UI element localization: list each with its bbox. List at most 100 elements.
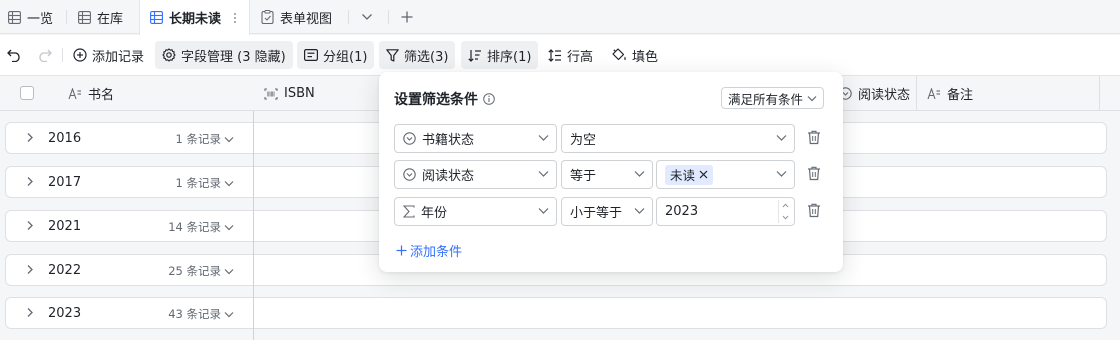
chevron-down-icon	[538, 170, 549, 178]
tab-form-view[interactable]: 表单视图	[261, 0, 332, 34]
condition-field-label: 阅读状态	[422, 169, 475, 184]
group-record-count[interactable]: 43 条记录	[168, 306, 234, 322]
group-name: 2021	[48, 219, 82, 234]
group-record-count-label: 1 条记录	[175, 132, 221, 146]
filter-funnel-icon	[386, 48, 399, 62]
number-stepper[interactable]	[778, 200, 792, 223]
chevron-down-icon	[634, 170, 645, 178]
column-header-isbn[interactable]: ISBN	[254, 76, 384, 111]
filter-popover-title-text: 设置筛选条件	[394, 92, 478, 108]
condition-value-text: 2023	[665, 204, 699, 219]
tab-divider	[66, 10, 67, 24]
chevron-right-icon[interactable]	[26, 176, 34, 187]
sort-label: 排序(1)	[487, 49, 532, 65]
grid-table-icon	[8, 10, 21, 24]
row-height-button[interactable]: 行高	[541, 41, 600, 69]
column-header-notes[interactable]: 备注	[917, 76, 1100, 111]
group-record-count-label: 43 条记录	[168, 307, 221, 321]
condition-field-label: 年份	[421, 206, 448, 221]
condition-value-number-input[interactable]: 2023	[656, 197, 795, 226]
select-all-checkbox[interactable]	[20, 86, 34, 100]
chevron-right-icon[interactable]	[26, 307, 34, 318]
group-button[interactable]: 分组(1)	[297, 41, 375, 69]
plus-circle-icon	[73, 48, 87, 62]
column-header-read-status[interactable]: 阅读状态	[835, 76, 917, 111]
group-name: 2023	[48, 306, 82, 321]
condition-operator-select[interactable]: 小于等于	[561, 197, 653, 226]
condition-operator-select[interactable]: 等于	[561, 160, 653, 189]
tab-long-unread[interactable]: 长期未读	[139, 0, 250, 35]
match-mode-label: 满足所有条件	[728, 91, 804, 107]
text-field-icon	[68, 87, 82, 100]
group-record-count[interactable]: 1 条记录	[176, 131, 234, 147]
filter-popover-title: 设置筛选条件	[394, 89, 495, 109]
chevron-right-icon[interactable]	[26, 220, 34, 231]
barcode-icon	[264, 87, 278, 100]
add-record-label: 添加记录	[92, 49, 145, 65]
condition-value-select[interactable]: 未读	[656, 160, 795, 189]
plus-icon	[401, 11, 413, 23]
group-row[interactable]: 2023 43 条记录	[5, 297, 1107, 329]
filter-button[interactable]: 筛选(3)	[379, 41, 456, 69]
trash-icon[interactable]	[807, 166, 823, 182]
chevron-down-icon[interactable]	[782, 215, 789, 220]
undo-button[interactable]	[2, 41, 26, 69]
group-record-count[interactable]: 1 条记录	[176, 175, 234, 191]
info-icon[interactable]	[483, 93, 495, 105]
add-record-button[interactable]: 添加记录	[66, 41, 151, 69]
row-height-label: 行高	[567, 49, 594, 65]
group-record-count[interactable]: 25 条记录	[168, 263, 234, 279]
row-height-icon	[548, 48, 562, 62]
tab-in-stock[interactable]: 在库	[78, 0, 123, 34]
group-record-count-label: 25 条记录	[168, 264, 221, 278]
chevron-down-icon	[634, 207, 645, 215]
add-view-button[interactable]	[401, 0, 413, 34]
view-tab-bar: 一览 在库 长期未读 表单视图	[0, 0, 1120, 35]
trash-icon[interactable]	[807, 203, 823, 219]
fill-color-button[interactable]: 填色	[605, 41, 665, 69]
condition-operator-label: 为空	[570, 133, 597, 148]
chevron-down-icon	[538, 207, 549, 215]
chevron-down-icon	[224, 224, 234, 231]
sort-button[interactable]: 排序(1)	[461, 41, 539, 69]
chevron-right-icon[interactable]	[26, 264, 34, 275]
group-record-count[interactable]: 14 条记录	[168, 219, 234, 235]
field-manage-label: 字段管理 (3 隐藏)	[181, 49, 286, 65]
tabs-dropdown-button[interactable]	[361, 0, 373, 34]
selected-option-tag: 未读	[665, 164, 714, 185]
add-condition-button[interactable]: 添加条件	[396, 241, 462, 260]
chevron-down-icon	[224, 311, 234, 318]
field-manage-button[interactable]: 字段管理 (3 隐藏)	[155, 41, 293, 69]
chevron-down-icon	[224, 268, 234, 275]
condition-field-select[interactable]: 年份	[394, 197, 557, 226]
single-select-icon	[403, 168, 416, 181]
tab-divider	[388, 10, 389, 24]
match-mode-select[interactable]: 满足所有条件	[721, 87, 825, 109]
chevron-down-icon	[224, 136, 234, 143]
close-icon[interactable]	[699, 170, 708, 179]
paint-bucket-icon	[612, 48, 627, 62]
grid-table-icon	[78, 10, 91, 24]
chevron-up-icon[interactable]	[782, 203, 789, 208]
group-record-count-label: 14 条记录	[168, 220, 221, 234]
condition-operator-select[interactable]: 为空	[561, 124, 795, 153]
chevron-down-icon	[538, 134, 549, 142]
redo-button[interactable]	[32, 41, 56, 69]
condition-field-select[interactable]: 书籍状态	[394, 124, 557, 153]
group-record-count-label: 1 条记录	[175, 176, 221, 190]
column-header-label: ISBN	[284, 86, 315, 101]
trash-icon[interactable]	[807, 130, 823, 146]
gear-icon	[162, 48, 176, 62]
frozen-column-divider	[253, 111, 254, 340]
chevron-right-icon[interactable]	[26, 132, 34, 143]
single-select-icon	[403, 132, 416, 145]
tab-label: 表单视图	[280, 11, 333, 27]
column-header-book-name[interactable]: 书名	[58, 76, 254, 111]
condition-field-select[interactable]: 阅读状态	[394, 160, 557, 189]
chevron-down-icon	[361, 13, 373, 21]
more-vertical-icon[interactable]	[233, 12, 237, 24]
group-name: 2022	[48, 263, 82, 278]
form-icon	[261, 10, 274, 24]
column-header-label: 书名	[88, 88, 115, 103]
tab-overview[interactable]: 一览	[8, 0, 53, 34]
